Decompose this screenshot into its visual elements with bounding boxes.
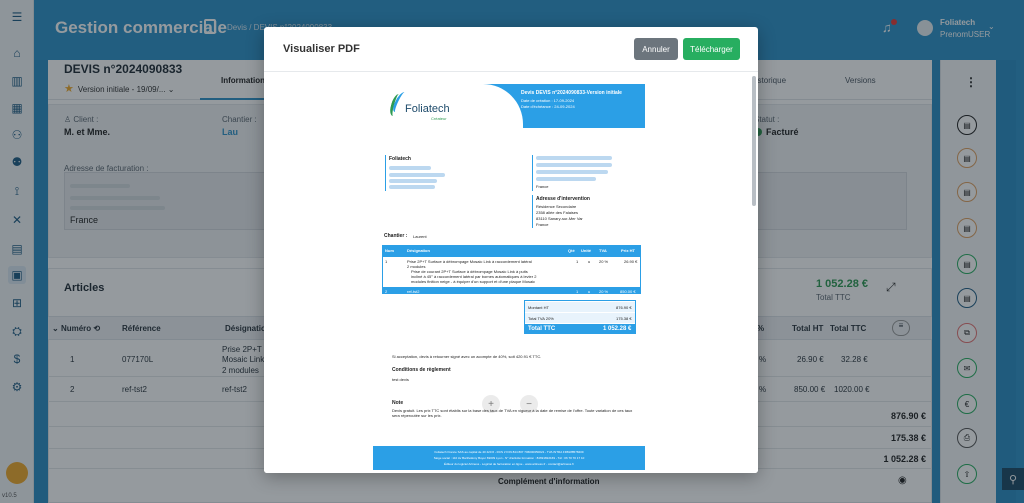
pdf-footer-line: Siège social : 110 Av Barthélémy Buyer 6…	[433, 456, 585, 460]
pdf-row1-num: 1	[385, 259, 388, 264]
pdf-logo-text: Foliatech	[405, 103, 450, 115]
pdf-note-text: Devis gratuit. Les prix TTC sont établis…	[392, 408, 633, 418]
pdf-col-price: Prix HT	[621, 248, 636, 253]
pdf-intervention-title: Adresse d'intervention	[536, 196, 590, 202]
pdf-row1-line: Prise 2P+T Surface à débrompage Mosaic L…	[407, 259, 532, 264]
pdf-client-country: France	[536, 184, 549, 189]
pdf-row2-tva: 20 %	[599, 289, 609, 294]
redacted-line	[536, 156, 612, 160]
pdf-row2-qty: 1	[576, 289, 579, 294]
modal-title: Visualiser PDF	[283, 43, 360, 55]
pdf-row1-unit: u	[588, 259, 591, 264]
pdf-row1-tva: 20 %	[599, 259, 609, 264]
redacted-line	[536, 177, 596, 181]
pdf-ttc-label: Total TTC	[528, 326, 556, 332]
pdf-row1-price: 26.90 €	[624, 259, 638, 264]
pdf-montant-ht-value: 876.90 €	[616, 305, 632, 310]
zoom-in-icon[interactable]: +	[482, 395, 500, 413]
pdf-scrollbar[interactable]	[752, 76, 756, 206]
pdf-bar	[532, 155, 533, 191]
pdf-footer-line: Foliatech France SAS au capital de 40 42…	[434, 450, 584, 454]
pdf-header-title: Devis DEVIS n°2024090833-Version initial…	[521, 90, 622, 96]
pdf-logo-sub: Créateur	[431, 116, 447, 121]
redacted-line	[389, 166, 431, 170]
pdf-page: Foliatech Créateur Devis DEVIS n°2024090…	[373, 84, 645, 473]
pdf-bar	[532, 195, 533, 228]
zoom-out-icon[interactable]: −	[520, 395, 538, 413]
pdf-row1-line: modules finition neige - à équiper d'un …	[411, 279, 536, 284]
pdf-tva-value: 175.38 €	[616, 316, 632, 321]
download-button[interactable]: Télécharger	[683, 38, 740, 60]
pdf-col-designation: Désignation	[407, 248, 430, 253]
pdf-conditions-text: test devis	[392, 377, 409, 382]
pdf-intervention-line: Résidence Secondaire	[536, 204, 577, 209]
cancel-button[interactable]: Annuler	[634, 38, 678, 60]
pdf-footer-line: Éditeur du logiciel Artiness - Logiciel …	[444, 462, 574, 466]
pdf-row1-qty: 1	[576, 259, 579, 264]
pdf-montant-ht-label: Montant HT	[528, 305, 549, 310]
pdf-intervention-line: France	[536, 222, 549, 227]
pdf-viewer[interactable]: Foliatech Créateur Devis DEVIS n°2024090…	[264, 72, 758, 473]
redacted-line	[389, 173, 445, 177]
redacted-line	[389, 185, 435, 189]
pdf-row2-num: 2	[385, 289, 388, 294]
pdf-conditions-title: Conditions de règlement	[392, 367, 451, 373]
pdf-intervention-line: 2358 allée des Falaises	[536, 210, 579, 215]
pdf-row2-price: 850.00 €	[620, 289, 636, 294]
pdf-tva-label: Total TVA 20%	[528, 316, 554, 321]
pdf-col-num: Num	[385, 248, 394, 253]
pdf-date-creation: Date de création : 17-09-2024	[521, 98, 575, 103]
pdf-row2-designation: ref-tst2	[407, 289, 420, 294]
pdf-note-title: Note	[392, 400, 404, 406]
redacted-line	[536, 163, 612, 167]
pdf-preview-modal: Visualiser PDF Annuler Télécharger Folia…	[264, 27, 758, 473]
redacted-line	[389, 179, 437, 183]
pdf-col-qty: Qté	[568, 248, 575, 253]
pdf-row2-unit: u	[588, 289, 591, 294]
redacted-line	[536, 170, 608, 174]
pdf-date-echeance: Date d'échéance : 24-09-2024	[521, 104, 575, 109]
pdf-bar	[385, 155, 386, 191]
pdf-col-unit: Unité	[581, 248, 591, 253]
pdf-col-tva: TVA	[599, 248, 607, 253]
pdf-acceptance-text: Si acceptation, devis à retourner signé …	[392, 354, 542, 359]
pdf-ttc-value: 1 052.28 €	[603, 326, 632, 332]
pdf-intervention-line: 83110 Sanary-sur-Mer Var	[536, 216, 583, 221]
pdf-company-name: Foliatech	[389, 156, 411, 162]
pdf-chantier-label: Chantier :	[384, 233, 408, 239]
pdf-chantier-value: Laurent	[413, 234, 427, 239]
